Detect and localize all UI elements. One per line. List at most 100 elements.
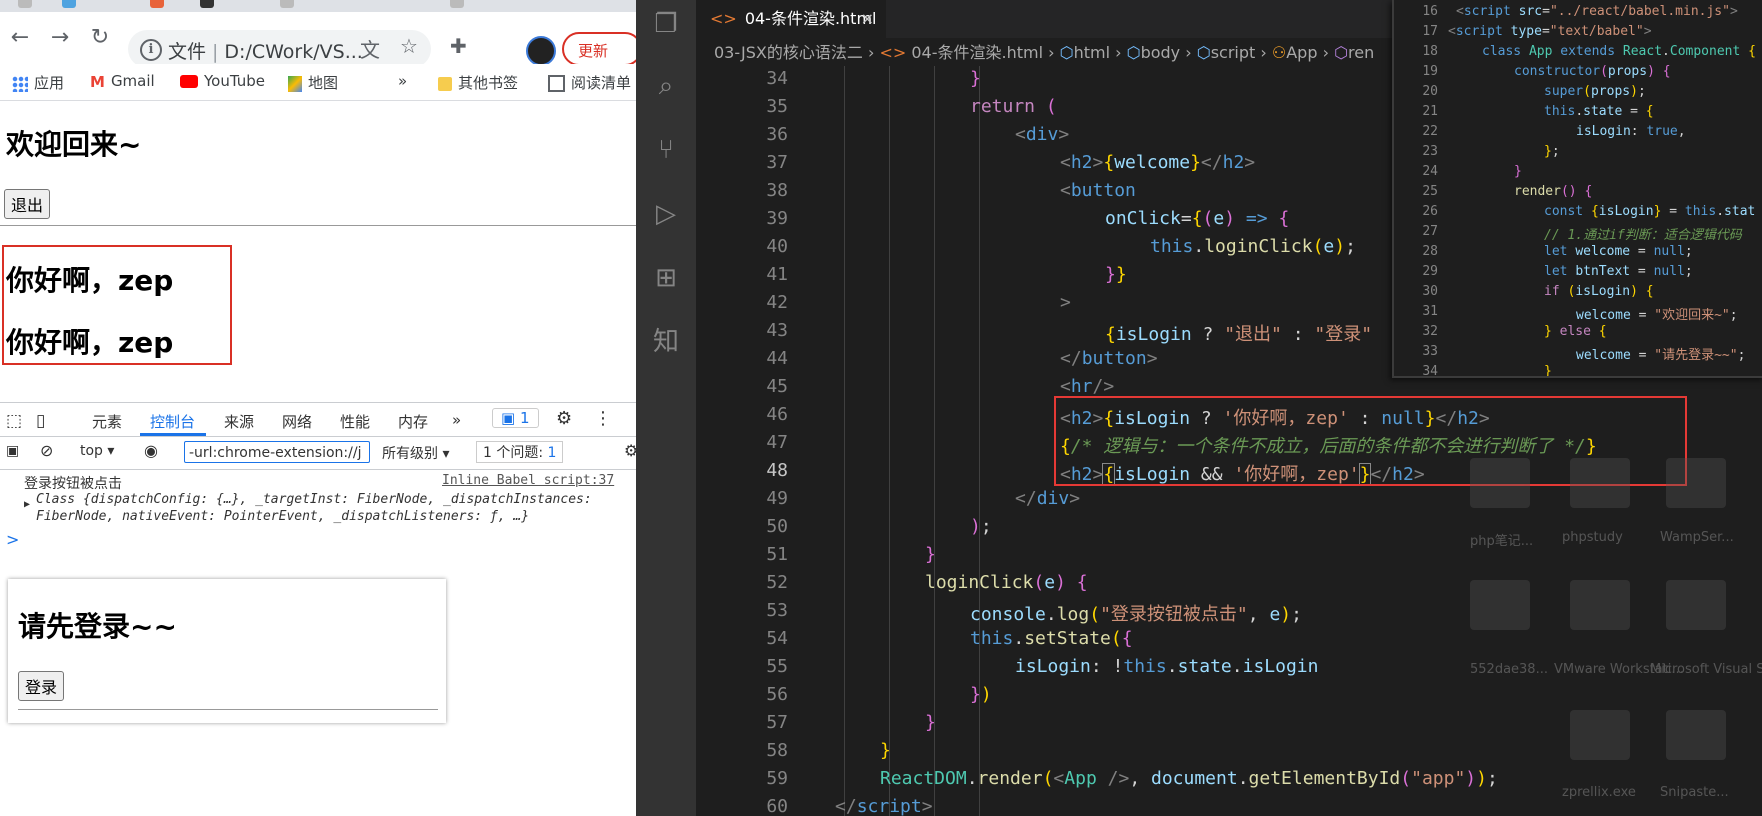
device-toggle-icon[interactable]: ▯ bbox=[36, 411, 45, 431]
issues-badge[interactable]: ▣ 1 bbox=[492, 408, 539, 428]
code-line: <div> bbox=[1015, 124, 1070, 145]
update-button[interactable]: 更新 bbox=[562, 32, 636, 66]
bookmark-other[interactable]: 其他书签 bbox=[438, 72, 518, 93]
peek-line: 22 isLogin: true, bbox=[1394, 124, 1762, 144]
avatar[interactable] bbox=[526, 36, 556, 66]
line-number-current: 48 bbox=[766, 460, 788, 481]
breadcrumb-item[interactable]: 04-条件渲染.html bbox=[911, 43, 1043, 62]
tab-network[interactable]: 网络 bbox=[282, 411, 312, 432]
context-select[interactable]: top ▾ bbox=[80, 443, 114, 459]
source-control-icon[interactable]: ⑂ bbox=[650, 134, 682, 166]
editor-tab[interactable]: <> 04-条件渲染.html × bbox=[696, 0, 886, 38]
close-icon[interactable]: × bbox=[861, 0, 874, 38]
issues-count: 1 bbox=[547, 445, 557, 461]
desktop-icon[interactable] bbox=[1470, 458, 1530, 508]
bookmarks-more[interactable]: » bbox=[398, 72, 407, 90]
desktop-icon[interactable] bbox=[1666, 458, 1726, 508]
tab-stub[interactable] bbox=[280, 0, 294, 8]
bookmark-reading-list[interactable]: 阅读清单 bbox=[548, 72, 631, 93]
line-number: 53 bbox=[766, 600, 788, 621]
tab-sources[interactable]: 来源 bbox=[224, 411, 254, 432]
bookmark-youtube[interactable]: YouTube bbox=[180, 72, 265, 90]
kebab-menu-icon[interactable]: ⋮ bbox=[594, 408, 612, 429]
tab-stub[interactable] bbox=[62, 0, 76, 8]
highlight-box: 你好啊，zep 你好啊，zep bbox=[2, 245, 232, 365]
desktop-icon-label: 552dae38... bbox=[1470, 662, 1548, 677]
console-settings-icon[interactable]: ⚙ bbox=[624, 441, 636, 460]
desktop-icon-label: Snipaste... bbox=[1660, 785, 1729, 800]
code-line: this.setState({ bbox=[970, 628, 1133, 649]
bookmark-maps[interactable]: 地图 bbox=[288, 72, 338, 93]
line-number: 33 bbox=[1422, 344, 1438, 359]
bookmark-label: YouTube bbox=[204, 72, 265, 90]
explorer-icon[interactable]: ❐ bbox=[650, 8, 682, 40]
hello-heading: 你好啊，zep bbox=[6, 326, 174, 359]
login-prompt-heading: 请先登录~~ bbox=[18, 610, 177, 643]
forward-arrow-icon[interactable]: → bbox=[46, 24, 74, 52]
bookmark-gmail[interactable]: M Gmail bbox=[90, 72, 155, 91]
desktop-icon[interactable] bbox=[1666, 710, 1726, 760]
issues-button[interactable]: 1 个问题: 1 bbox=[476, 441, 564, 463]
sidebar-toggle-icon[interactable]: ▣ bbox=[6, 443, 19, 459]
welcome-heading: 欢迎回来~ bbox=[6, 128, 142, 161]
log-object[interactable]: Class {dispatchConfig: {…}, _targetInst:… bbox=[36, 491, 626, 525]
breadcrumb-item[interactable]: body bbox=[1141, 43, 1181, 62]
code-line: }} bbox=[1105, 264, 1127, 285]
desktop-icon[interactable] bbox=[1570, 580, 1630, 630]
breadcrumb-item[interactable]: ren bbox=[1348, 43, 1374, 62]
extensions-icon[interactable]: ⊞ bbox=[650, 262, 682, 294]
browser-tab-strip bbox=[0, 0, 636, 12]
folder-icon bbox=[438, 76, 452, 91]
more-tabs-icon[interactable]: » bbox=[452, 411, 461, 429]
translate-icon[interactable]: 文 bbox=[360, 34, 380, 63]
star-icon[interactable]: ☆ bbox=[400, 34, 418, 58]
line-number: 26 bbox=[1422, 204, 1438, 219]
level-select[interactable]: 所有级别 ▾ bbox=[382, 443, 449, 463]
console-prompt[interactable]: > bbox=[6, 530, 19, 549]
back-arrow-icon[interactable]: ← bbox=[6, 24, 34, 52]
clear-console-icon[interactable]: ⊘ bbox=[40, 441, 53, 460]
desktop-icon[interactable] bbox=[1570, 710, 1630, 760]
zhihu-icon[interactable]: 知 bbox=[650, 326, 682, 358]
breadcrumb-item[interactable]: script bbox=[1211, 43, 1256, 62]
run-debug-icon[interactable]: ▷ bbox=[650, 198, 682, 230]
desktop-icon[interactable] bbox=[1666, 580, 1726, 630]
devtools-panel: ⬚ ▯ 元素 控制台 来源 网络 性能 内存 » ▣ 1 ⚙ ⋮ ▣ ⊘ top… bbox=[0, 402, 636, 533]
tab-console[interactable]: 控制台 bbox=[150, 411, 195, 432]
desktop-icon[interactable] bbox=[1570, 458, 1630, 508]
info-icon[interactable]: i bbox=[140, 39, 162, 61]
tab-stub[interactable] bbox=[450, 0, 464, 8]
expand-triangle-icon[interactable]: ▶ bbox=[24, 499, 30, 510]
tab-stub[interactable] bbox=[150, 0, 164, 8]
breadcrumb-item[interactable]: 03-JSX的核心语法二 bbox=[714, 43, 863, 62]
logout-button[interactable]: 退出 bbox=[4, 189, 51, 219]
code-line: onClick={(e) => { bbox=[1105, 208, 1290, 229]
search-icon[interactable]: ⌕ bbox=[650, 70, 682, 102]
filter-input[interactable]: -url:chrome-extension://j bbox=[184, 441, 370, 463]
gear-icon[interactable]: ⚙ bbox=[556, 408, 572, 429]
breadcrumb-item[interactable]: App bbox=[1286, 43, 1317, 62]
bookmark-apps[interactable]: 应用 bbox=[12, 72, 64, 93]
desktop-icon[interactable] bbox=[1470, 580, 1530, 630]
tab-stub[interactable] bbox=[200, 0, 214, 8]
line-number: 18 bbox=[1422, 44, 1438, 59]
login-button[interactable]: 登录 bbox=[18, 671, 65, 701]
tab-stub[interactable] bbox=[18, 0, 32, 8]
inspect-icon[interactable]: ⬚ bbox=[6, 411, 22, 431]
extensions-icon[interactable]: ✚ bbox=[450, 34, 467, 58]
address-path: D:/CWork/VS... bbox=[224, 41, 363, 63]
peek-line: 25 render() { bbox=[1394, 184, 1762, 204]
line-number: 46 bbox=[766, 404, 788, 425]
line-number: 49 bbox=[766, 488, 788, 509]
code-line: } bbox=[925, 544, 936, 565]
line-number: 21 bbox=[1422, 104, 1438, 119]
log-source-link[interactable]: Inline Babel script:37 bbox=[442, 473, 614, 488]
address-bar[interactable]: i 文件 | D:/CWork/VS... bbox=[128, 30, 431, 68]
tab-elements[interactable]: 元素 bbox=[92, 411, 122, 432]
line-number: 22 bbox=[1422, 124, 1438, 139]
breadcrumb-item[interactable]: html bbox=[1074, 43, 1110, 62]
tab-memory[interactable]: 内存 bbox=[398, 411, 428, 432]
eye-icon[interactable]: ◉ bbox=[144, 441, 158, 460]
reload-icon[interactable]: ↻ bbox=[86, 24, 114, 52]
tab-performance[interactable]: 性能 bbox=[340, 411, 370, 432]
